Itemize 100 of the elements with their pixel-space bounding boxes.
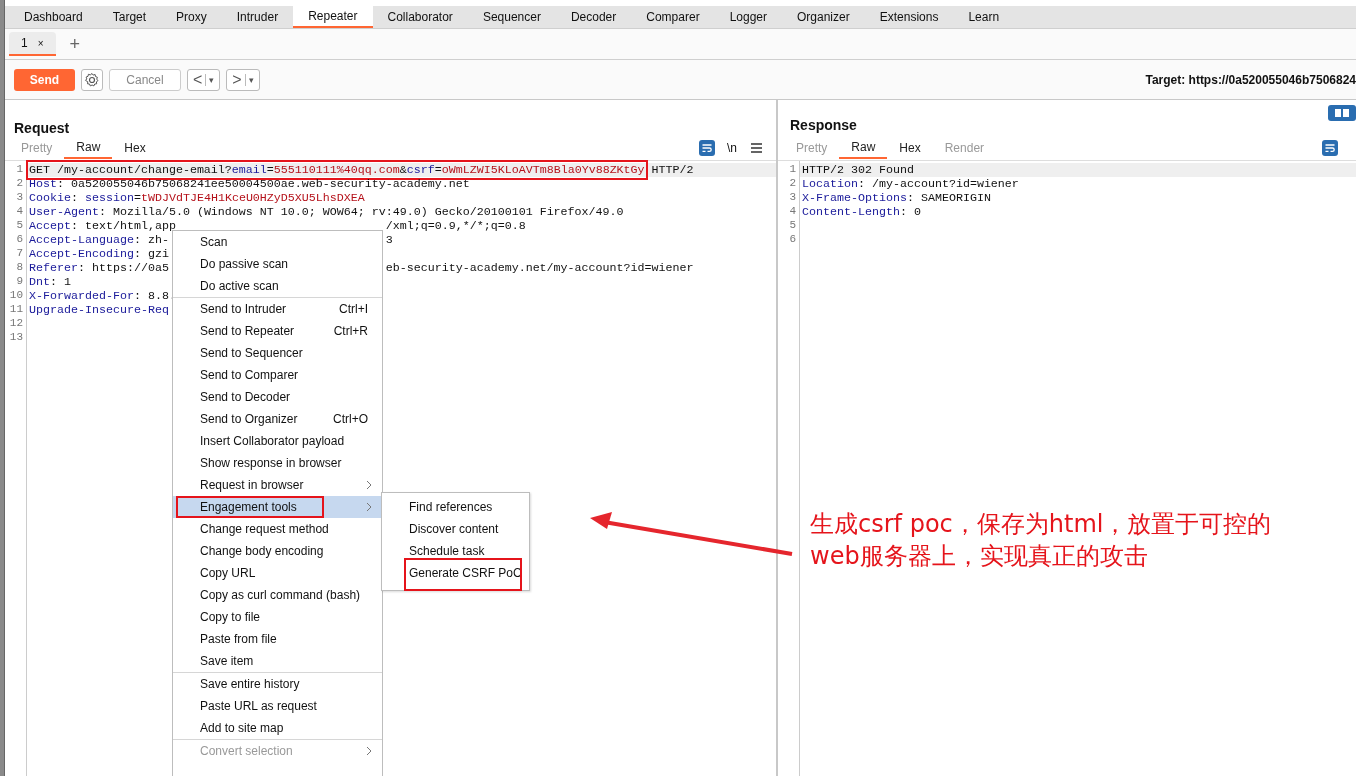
main-tab[interactable]: Learn xyxy=(953,6,1015,28)
code-text: : /my-account?id=wiener xyxy=(857,177,1019,191)
code-text: Location xyxy=(802,177,858,191)
line-number: 1 xyxy=(15,163,24,177)
menu-item[interactable]: Copy as curl command (bash) xyxy=(173,584,382,606)
code-text: csrf xyxy=(406,163,435,177)
menu-item[interactable]: Send to Comparer xyxy=(173,364,382,386)
code-text: : xyxy=(71,191,79,205)
menu-item[interactable]: Change request method xyxy=(173,518,382,540)
forward-button[interactable]: > ▾ xyxy=(226,68,260,91)
menu-icon[interactable] xyxy=(751,143,762,153)
annotation-text: web服务器上，实现真正的攻击 xyxy=(810,541,1149,572)
code-text: Accept xyxy=(29,219,71,233)
add-tab-button[interactable]: + xyxy=(69,33,81,55)
main-tab[interactable]: Collaborator xyxy=(372,6,468,28)
menu-item[interactable]: Discover content xyxy=(382,518,529,540)
code-text: Content-Length xyxy=(802,205,900,219)
code-text: & xyxy=(399,163,407,177)
code-text: 3 xyxy=(385,233,393,247)
settings-icon[interactable] xyxy=(81,68,103,91)
main-tab[interactable]: Repeater xyxy=(293,6,373,28)
code-text: Dnt xyxy=(29,275,50,289)
view-tab[interactable]: Hex xyxy=(887,137,933,159)
main-tab[interactable]: Extensions xyxy=(864,6,954,28)
line-number: 13 xyxy=(8,331,24,345)
menu-item[interactable]: Copy to file xyxy=(173,606,382,628)
code-text: Accept-Encoding xyxy=(29,247,134,261)
code-text: Accept-Language xyxy=(29,233,134,247)
code-text: Cookie xyxy=(29,191,71,205)
main-tab[interactable]: Intruder xyxy=(221,6,294,28)
menu-item[interactable]: Generate CSRF PoC xyxy=(382,562,529,584)
menu-item[interactable]: Do passive scan xyxy=(173,253,382,275)
code-text: Host xyxy=(29,177,57,191)
code-text: : 1 xyxy=(50,275,71,289)
line-number: 3 xyxy=(15,191,24,205)
code-text: : 0 xyxy=(899,205,921,219)
main-tab[interactable]: Decoder xyxy=(555,6,632,28)
code-text: Upgrade-Insecure-Req xyxy=(29,303,169,317)
main-tab[interactable]: Target xyxy=(97,6,162,28)
menu-item[interactable]: Engagement tools xyxy=(173,496,382,518)
annotation-text: 生成csrf poc，保存为html，放置于可控的 xyxy=(810,509,1272,540)
view-tab[interactable]: Hex xyxy=(112,137,158,159)
line-number: 4 xyxy=(15,205,24,219)
main-tab[interactable]: Proxy xyxy=(161,6,222,28)
word-wrap-icon[interactable] xyxy=(699,140,715,156)
line-number: 4 xyxy=(788,205,797,219)
menu-item[interactable]: Do active scan xyxy=(173,275,382,297)
layout-icon[interactable] xyxy=(1328,105,1356,121)
main-tab[interactable]: Sequencer xyxy=(467,6,556,28)
code-text: GET /my-account/change-email? xyxy=(29,163,232,177)
menu-item[interactable]: Scan xyxy=(173,231,382,253)
menu-item[interactable]: Find references xyxy=(382,496,529,518)
view-tab[interactable]: Raw xyxy=(839,137,888,159)
menu-item[interactable]: Add to site map xyxy=(173,717,382,739)
back-button[interactable]: < ▾ xyxy=(187,68,221,91)
menu-item[interactable]: Send to Intruder Ctrl+I xyxy=(173,298,382,320)
code-text: : 0a520055046b75068241ee50004500ae.web-security-academy.net xyxy=(57,177,470,191)
main-tab[interactable]: Organizer xyxy=(782,6,865,28)
view-tab[interactable]: Raw xyxy=(64,137,113,159)
line-number: 10 xyxy=(8,289,24,303)
menu-item[interactable]: Paste URL as request xyxy=(173,695,382,717)
code-text: : https://0a5 xyxy=(77,261,169,275)
code-text: : SAMEORIGIN xyxy=(906,191,991,205)
code-text: HTTP/2 302 Found xyxy=(802,163,914,177)
request-tab[interactable]: 1 × xyxy=(9,32,56,56)
newline-toggle[interactable]: \n xyxy=(727,141,737,155)
menu-item[interactable]: Send to Repeater Ctrl+R xyxy=(173,320,382,342)
menu-item[interactable]: Schedule task xyxy=(382,540,529,562)
line-number: 7 xyxy=(15,247,24,261)
menu-item[interactable]: Show response in browser xyxy=(173,452,382,474)
code-text: : Mozilla/5.0 (Windows NT 10.0; WOW64; rv:49.0) Gecko/20100101 Firefox/49.0 xyxy=(98,205,624,219)
code-text: session xyxy=(85,191,134,205)
menu-item[interactable]: Insert Collaborator payload xyxy=(173,430,382,452)
menu-item[interactable]: Send to Decoder xyxy=(173,386,382,408)
menu-item[interactable]: Request in browser xyxy=(173,474,382,496)
word-wrap-icon[interactable] xyxy=(1322,140,1338,156)
main-tab[interactable]: Logger xyxy=(714,6,782,28)
line-number: 1 xyxy=(788,163,797,177)
line-number: 5 xyxy=(15,219,24,233)
panel-title: Response xyxy=(790,117,857,133)
code-text: X-Forwarded-For xyxy=(29,289,134,303)
line-number: 3 xyxy=(788,191,797,205)
menu-item[interactable]: Send to Organizer Ctrl+O xyxy=(173,408,382,430)
main-tab[interactable]: Comparer xyxy=(631,6,715,28)
menu-item[interactable]: Paste from file xyxy=(173,628,382,650)
menu-item[interactable]: Save item xyxy=(173,650,382,672)
code-text: 555110111%40qq.com xyxy=(273,163,400,177)
line-number: 8 xyxy=(15,261,24,275)
code-text: User-Agent xyxy=(29,205,99,219)
main-tab[interactable]: Dashboard xyxy=(9,6,98,28)
code-text: : text/html,app xyxy=(71,219,176,233)
menu-item[interactable]: Send to Sequencer xyxy=(173,342,382,364)
menu-item[interactable]: Copy URL xyxy=(173,562,382,584)
code-text: tWDJVdTJE4H1KceU0HZyD5XU5LhsDXEA xyxy=(140,191,365,205)
menu-item[interactable]: Save entire history xyxy=(173,673,382,695)
code-text: Referer xyxy=(29,261,78,275)
target-label: Target: https://0a520055046b7506824 xyxy=(1145,72,1356,87)
menu-item[interactable]: Change body encoding xyxy=(173,540,382,562)
line-number: 6 xyxy=(788,233,797,247)
code-text: X-Frame-Options xyxy=(802,191,907,205)
